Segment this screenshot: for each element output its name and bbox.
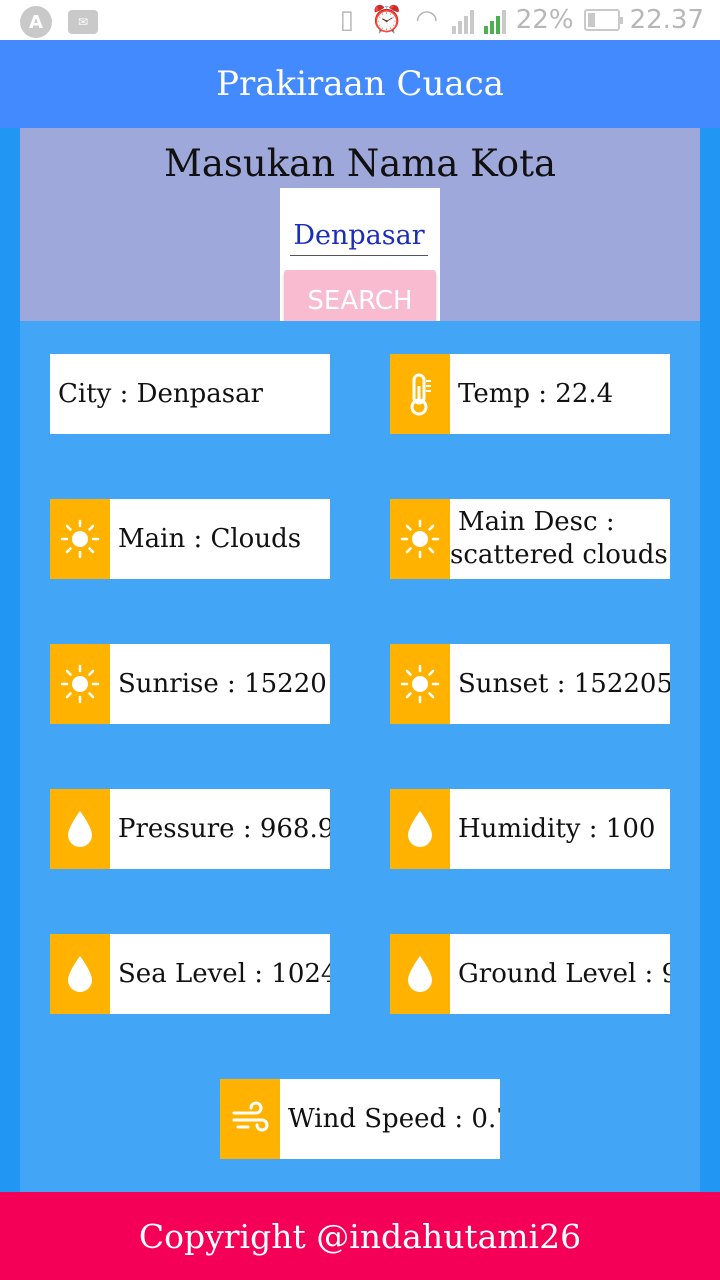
wind-speed-label: Wind Speed : 0.7 bbox=[288, 1104, 500, 1134]
sunset-card: Sunset : 1522059 bbox=[390, 644, 670, 724]
ground-level-label: Ground Level : 96 bbox=[458, 959, 670, 989]
search-panel: Masukan Nama Kota SEARCH bbox=[20, 128, 700, 321]
main-card: Main : Clouds bbox=[50, 499, 330, 579]
clock: 22.37 bbox=[629, 5, 704, 35]
pressure-card: Pressure : 968.99 bbox=[50, 789, 330, 869]
humidity-card: Humidity : 100 bbox=[390, 789, 670, 869]
pressure-label: Pressure : 968.99 bbox=[118, 814, 330, 844]
wifi-icon: ◠ bbox=[415, 5, 439, 35]
search-box: SEARCH bbox=[280, 188, 440, 321]
wind-icon bbox=[220, 1079, 280, 1159]
sea-level-card: Sea Level : 1024.0 bbox=[50, 934, 330, 1014]
app-bar: Prakiraan Cuaca bbox=[0, 40, 720, 128]
search-title: Masukan Nama Kota bbox=[163, 142, 557, 185]
wind-speed-card: Wind Speed : 0.7 bbox=[220, 1079, 500, 1159]
city-label: City : Denpasar bbox=[58, 379, 264, 409]
water-drop-icon bbox=[390, 934, 450, 1014]
footer: Copyright @indahutami26 bbox=[0, 1192, 720, 1280]
sea-level-label: Sea Level : 1024.0 bbox=[118, 959, 330, 989]
main-desc-label: Main Desc : scattered clouds bbox=[450, 507, 668, 570]
main-label: Main : Clouds bbox=[118, 524, 302, 554]
sun-icon bbox=[50, 644, 110, 724]
city-card: City : Denpasar bbox=[50, 354, 330, 434]
message-notification-icon: ✉ bbox=[68, 10, 98, 34]
signal-sim1-icon bbox=[451, 6, 474, 34]
vibrate-icon: ▯ bbox=[339, 5, 354, 35]
sun-icon bbox=[390, 644, 450, 724]
sun-icon bbox=[50, 499, 110, 579]
water-drop-icon bbox=[50, 789, 110, 869]
battery-percent: 22% bbox=[515, 5, 574, 35]
sunrise-label: Sunrise : 1522016 bbox=[118, 669, 330, 699]
copyright-text: Copyright @indahutami26 bbox=[138, 1216, 582, 1256]
temp-card: Temp : 22.4 bbox=[390, 354, 670, 434]
humidity-label: Humidity : 100 bbox=[458, 814, 656, 844]
app-title: Prakiraan Cuaca bbox=[216, 64, 504, 104]
temp-label: Temp : 22.4 bbox=[458, 379, 614, 409]
signal-sim2-icon bbox=[483, 6, 506, 34]
water-drop-icon bbox=[390, 789, 450, 869]
sunset-label: Sunset : 1522059 bbox=[458, 669, 670, 699]
notification-app-icon: A bbox=[20, 6, 52, 38]
thermometer-icon bbox=[390, 354, 450, 434]
alarm-icon: ⏰ bbox=[370, 5, 403, 35]
water-drop-icon bbox=[50, 934, 110, 1014]
ground-level-card: Ground Level : 96 bbox=[390, 934, 670, 1014]
search-button[interactable]: SEARCH bbox=[284, 270, 436, 321]
sunrise-card: Sunrise : 1522016 bbox=[50, 644, 330, 724]
main-desc-card: Main Desc : scattered clouds bbox=[390, 499, 670, 579]
sun-icon bbox=[390, 499, 450, 579]
city-input[interactable] bbox=[290, 216, 428, 256]
status-bar: A ✉ ▯ ⏰ ◠ 22% 22.37 bbox=[0, 0, 720, 40]
weather-content: City : Denpasar Temp : 22.4 Main : Cloud… bbox=[20, 321, 700, 1192]
battery-icon bbox=[583, 9, 623, 31]
